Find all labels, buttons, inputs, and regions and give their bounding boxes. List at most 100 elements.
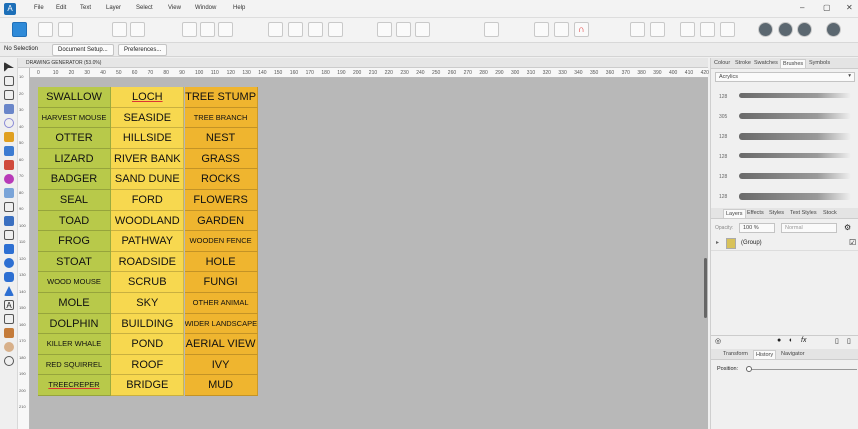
settings-gear-icon[interactable]: ⚙ xyxy=(844,223,851,232)
document-tab[interactable]: DRAWING GENERATOR (53.0%) xyxy=(18,58,708,68)
tab-brushes[interactable]: Brushes xyxy=(780,59,807,68)
horizontal-ruler[interactable]: 0 10 20 30 40 50 60 70 80 90 100 110 120 130 140 150 160… xyxy=(30,68,709,78)
assistant-icon[interactable] xyxy=(112,22,127,37)
adjustment-icon[interactable]: ◐ xyxy=(789,337,793,344)
menu-view[interactable]: View xyxy=(168,5,181,11)
vertical-ruler[interactable]: 10 20 30 40 50 60 70 80 90 100 110 120 130 140 150 160 1… xyxy=(18,68,30,429)
grid-cell[interactable]: HILLSIDE xyxy=(111,128,185,149)
tab-stroke[interactable]: Stroke xyxy=(733,59,753,67)
mask-icon[interactable]: ● xyxy=(777,337,781,344)
layer-row[interactable]: ▸ (Group) ☑ xyxy=(711,237,858,251)
layer-visibility-checkbox[interactable]: ☑ xyxy=(849,238,856,247)
corner-tool-icon[interactable] xyxy=(4,90,14,100)
persona-pixel-icon[interactable] xyxy=(38,22,53,37)
grid-cell[interactable]: TOAD xyxy=(38,210,111,232)
tab-effects[interactable]: Effects xyxy=(745,209,766,217)
brush-tool-icon[interactable] xyxy=(4,160,14,170)
grid-cell[interactable]: WOODEN FENCE xyxy=(184,231,258,252)
canvas-scrollbar[interactable] xyxy=(704,258,707,318)
app-logo-icon[interactable]: A xyxy=(4,3,16,15)
contour-tool-icon[interactable] xyxy=(4,118,14,128)
add-layer-icon[interactable]: ▯ xyxy=(835,337,839,345)
grid-cell[interactable]: TREE STUMP xyxy=(184,87,258,108)
combine-icon[interactable] xyxy=(778,22,793,37)
tab-stock[interactable]: Stock xyxy=(821,209,839,217)
menu-edit[interactable]: Edit xyxy=(56,5,66,11)
grid-cell[interactable]: BUILDING xyxy=(111,313,185,335)
menu-select[interactable]: Select xyxy=(136,5,153,11)
tab-symbols[interactable]: Symbols xyxy=(807,59,832,67)
subtract-icon[interactable] xyxy=(700,22,715,37)
account-icon[interactable] xyxy=(826,22,841,37)
forward-one-icon[interactable] xyxy=(308,22,323,37)
grid-cell[interactable]: GARDEN xyxy=(184,210,258,232)
insert-inside-icon[interactable] xyxy=(554,22,569,37)
brush-item[interactable]: 128 xyxy=(717,168,855,188)
brush-item[interactable]: 128 xyxy=(717,128,855,148)
grid-cell[interactable]: MUD xyxy=(184,375,258,396)
grid-cell[interactable]: FLOWERS xyxy=(184,190,258,211)
grid-cell[interactable]: DOLPHIN xyxy=(38,313,111,335)
tab-swatches[interactable]: Swatches xyxy=(752,59,780,67)
grid-cell[interactable]: FORD xyxy=(111,190,185,211)
expand-arrow-icon[interactable]: ▸ xyxy=(716,239,719,246)
tab-text-styles[interactable]: Text Styles xyxy=(788,209,819,217)
menu-layer[interactable]: Layer xyxy=(106,5,121,11)
brush-category-select[interactable]: Acrylics ▾ xyxy=(715,72,855,82)
grid-cell[interactable]: POND xyxy=(111,334,185,355)
fx-icon[interactable]: fx xyxy=(801,337,806,344)
grid-cell[interactable]: BADGER xyxy=(38,169,111,190)
menu-window[interactable]: Window xyxy=(195,5,216,11)
document-setup-button[interactable]: Document Setup... xyxy=(52,44,114,56)
arrange-shapes-icon[interactable] xyxy=(758,22,773,37)
grid-cell[interactable]: SWALLOW xyxy=(38,87,111,108)
tab-layers[interactable]: Layers xyxy=(723,209,746,218)
close-icon[interactable]: ✕ xyxy=(846,3,853,12)
divide-icon[interactable] xyxy=(797,22,812,37)
grid-cell[interactable]: IVY xyxy=(184,354,258,376)
frame-text-icon[interactable] xyxy=(4,314,14,324)
grid-cell[interactable]: TREECREPER xyxy=(38,375,111,396)
grid-cell[interactable]: RIVER BANK xyxy=(111,148,185,170)
flip-vertical-icon[interactable] xyxy=(396,22,411,37)
flip-horizontal-icon[interactable] xyxy=(377,22,392,37)
grid-cell[interactable]: SAND DUNE xyxy=(111,169,185,190)
grid-cell[interactable]: GRASS xyxy=(184,148,258,170)
to-front-icon[interactable] xyxy=(328,22,343,37)
color-picker-icon[interactable] xyxy=(4,328,14,338)
magnet-icon[interactable]: ∩ xyxy=(574,22,589,37)
pivot-icon[interactable] xyxy=(218,22,233,37)
align-icon[interactable] xyxy=(484,22,499,37)
grid-cell[interactable]: RED SQUIRREL xyxy=(38,354,111,376)
grid-cell[interactable]: HARVEST MOUSE xyxy=(38,107,111,129)
maximize-icon[interactable]: ▢ xyxy=(823,3,831,12)
persona-designer-icon[interactable] xyxy=(12,22,27,37)
zoom-tool-icon[interactable] xyxy=(4,356,14,366)
grid-cell[interactable]: BRIDGE xyxy=(111,375,185,396)
node-tool-icon[interactable] xyxy=(4,76,14,86)
history-slider-track[interactable] xyxy=(749,369,857,370)
menu-file[interactable]: File xyxy=(34,5,44,11)
grid-cell[interactable]: ROOF xyxy=(111,354,185,376)
fill-tool-icon[interactable] xyxy=(4,174,14,184)
add-icon[interactable] xyxy=(680,22,695,37)
history-slider-thumb[interactable] xyxy=(746,366,752,372)
share-icon[interactable] xyxy=(58,22,73,37)
tab-transform[interactable]: Transform xyxy=(721,350,750,358)
grid-cell[interactable]: AERIAL VIEW xyxy=(184,334,258,355)
transform-icon[interactable] xyxy=(200,22,215,37)
tab-navigator[interactable]: Navigator xyxy=(779,350,807,358)
grid-cell[interactable]: STOAT xyxy=(38,251,111,273)
pencil-tool-icon[interactable] xyxy=(4,146,14,156)
grid-cell[interactable]: LOCH xyxy=(111,87,185,108)
vector-crop-icon[interactable] xyxy=(4,230,14,240)
back-one-icon[interactable] xyxy=(268,22,283,37)
grid-cell[interactable]: WOODLAND xyxy=(111,210,185,232)
group-icon[interactable] xyxy=(630,22,645,37)
grid-cell[interactable]: OTTER xyxy=(38,128,111,149)
tab-history[interactable]: History xyxy=(753,350,777,359)
layer-options-icon[interactable]: ◎ xyxy=(715,337,721,345)
brush-item[interactable]: 128 xyxy=(717,188,855,208)
brush-item[interactable]: 128 xyxy=(717,88,855,108)
grid-cell[interactable]: FUNGI xyxy=(184,272,258,293)
